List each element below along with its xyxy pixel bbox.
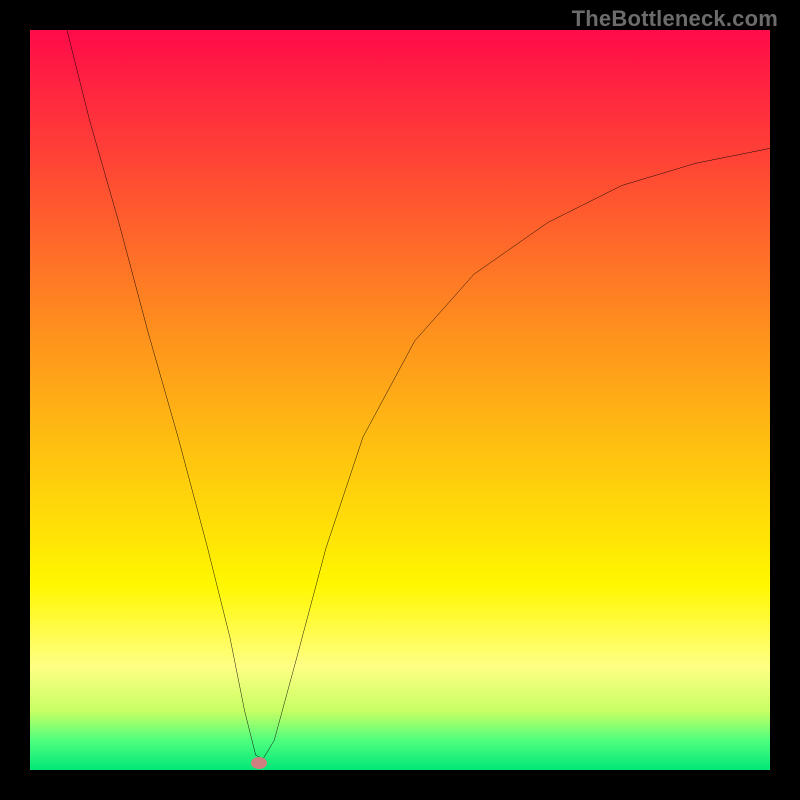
bottleneck-curve	[30, 30, 770, 770]
chart-frame: TheBottleneck.com	[0, 0, 800, 800]
minimum-marker	[251, 757, 267, 769]
plot-area	[30, 30, 770, 770]
watermark-text: TheBottleneck.com	[572, 6, 778, 32]
